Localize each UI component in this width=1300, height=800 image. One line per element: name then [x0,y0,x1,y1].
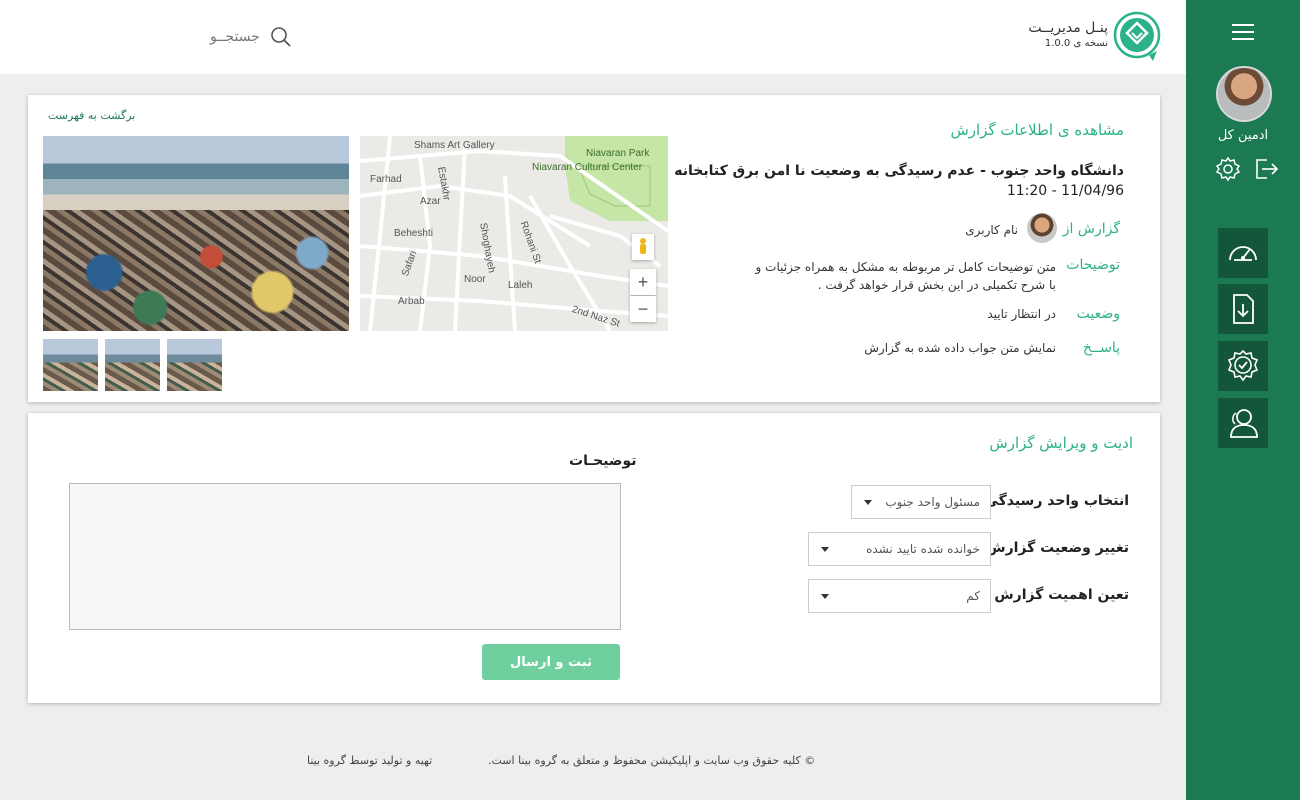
search-placeholder: جستجــو [210,29,260,45]
report-map[interactable]: Shams Art Gallery Niavaran Park Niavaran… [360,136,668,331]
reporter-label: گزارش از [1062,221,1120,237]
description-textarea[interactable] [69,483,621,630]
logo-icon [1113,11,1161,61]
document-download-icon [1233,294,1254,324]
users-icon [1230,409,1258,438]
photo-thumbnail[interactable] [167,339,222,391]
report-card: برگشت به فهرست مشاهده ی اطلاعات گزارش Sh… [28,95,1160,402]
description-text: متن توضیحات کامل تر مربوطه به مشکل به هم… [755,260,1056,292]
edit-card: ادیت و ویرایش گزارش انتخاب واحد رسیدگی م… [28,413,1160,703]
nav-dashboard[interactable] [1218,228,1268,278]
edit-description-label: توضیحـات [569,453,637,469]
status-text: در انتظار تایید [987,307,1056,321]
reporter-name: نام کاربری [965,223,1018,237]
map-label: Farhad [370,174,402,185]
sidebar: ادمین کل [1186,0,1300,800]
reporter-avatar [1027,213,1057,243]
brand-title: پنـل مدیریــت [1028,20,1108,36]
nav-users[interactable] [1218,398,1268,448]
map-label: Shams Art Gallery [414,140,495,151]
reply-text: نمایش متن جواب داده شده به گزارش [864,341,1056,355]
map-label: Niavaran Cultural Center [532,162,643,173]
report-date: 11:20 - 11/04/96 [1006,183,1124,199]
priority-select[interactable]: کم [808,579,991,613]
top-header: جستجــو پنـل مدیریــت نسخه ی 1.0.0 [0,0,1186,74]
map-label: Beheshti [394,228,433,239]
search-icon[interactable] [270,26,292,48]
user-name: ادمین کل [1217,128,1269,143]
photo-thumbnail[interactable] [105,339,160,391]
gear-icon[interactable] [1215,156,1241,182]
description-label: توضیحات [1066,257,1120,273]
submit-button[interactable]: ثبت و ارسال [482,644,620,680]
brand-version: نسخه ی 1.0.0 [1044,38,1108,49]
street-view-pegman-icon[interactable] [632,234,654,260]
nav-documents[interactable] [1218,284,1268,334]
unit-select[interactable]: مسئول واحد جنوب [851,485,991,519]
unit-select-value: مسئول واحد جنوب [885,495,980,509]
edit-section-title: ادیت و ویرایش گزارش [989,434,1133,452]
nav-approvals[interactable] [1218,341,1268,391]
chevron-down-icon [864,499,872,505]
dashboard-gauge-icon [1229,246,1257,261]
badge-check-icon [1227,349,1259,382]
unit-label: انتخاب واحد رسیدگی [984,493,1129,509]
logout-icon[interactable] [1253,156,1279,182]
reply-label: پاســخ [1082,340,1120,356]
photo-thumbnail[interactable] [43,339,98,391]
avatar[interactable] [1216,66,1272,122]
map-label: Azar [420,196,441,207]
status-label: وضعیت [1076,306,1120,322]
map-label: Noor [464,274,486,285]
priority-label: تعین اهمیت گزارش [994,587,1129,603]
priority-select-value: کم [966,589,980,603]
chevron-down-icon [821,593,829,599]
map-label: Laleh [508,280,533,291]
status-change-label: تغییر وضعیت گزارش [986,540,1129,556]
report-main-photo[interactable] [43,136,349,331]
map-label: Niavaran Park [586,148,650,159]
report-section-title: مشاهده ی اطلاعات گزارش [950,121,1124,139]
zoom-out-icon[interactable]: − [630,296,656,322]
search-box[interactable]: جستجــو [210,24,300,50]
status-select-value: خوانده شده تایید نشده [866,542,980,556]
chevron-down-icon [821,546,829,552]
status-select[interactable]: خوانده شده تایید نشده [808,532,991,566]
back-to-list-link[interactable]: برگشت به فهرست [48,109,135,122]
map-label: Arbab [398,296,425,307]
menu-icon[interactable] [1232,24,1254,40]
footer-credit: تهیه و تولید توسط گروه بینا [307,754,433,767]
footer-copyright: © کلیه حقوق وب سایت و اپلیکیشن محفوظ و م… [488,754,816,767]
report-title: دانشگاه واحد جنوب - عدم رسیدگی به وضعیت … [674,163,1124,179]
zoom-in-icon[interactable]: + [630,269,656,295]
